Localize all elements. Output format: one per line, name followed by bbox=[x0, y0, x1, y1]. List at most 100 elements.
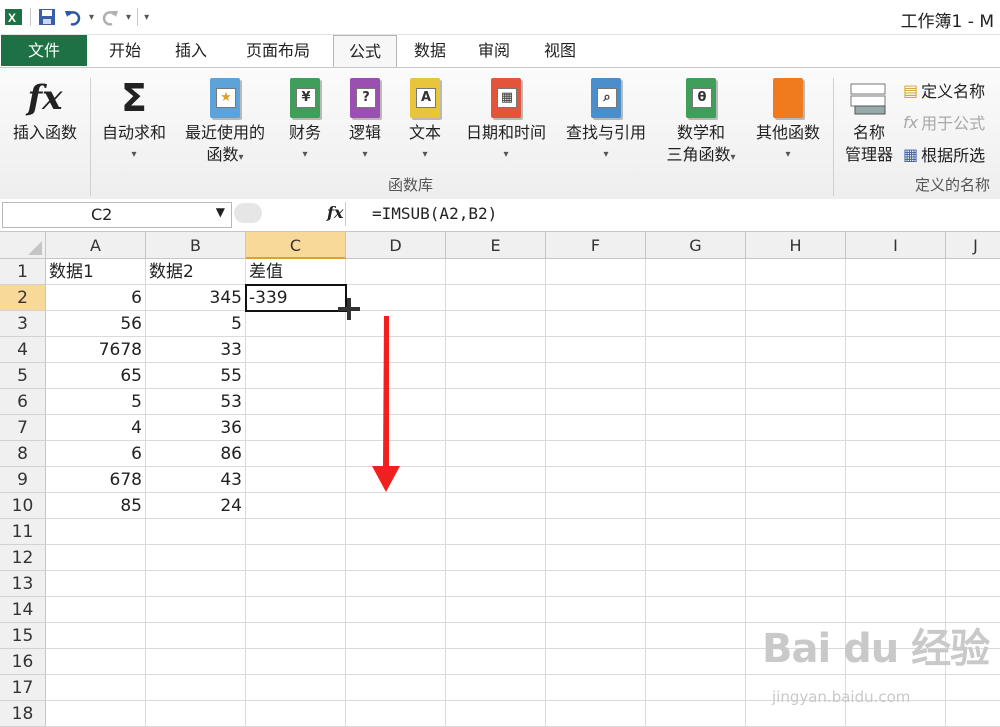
cell-j6[interactable] bbox=[946, 389, 1000, 415]
tab-view[interactable]: 视图 bbox=[531, 35, 589, 66]
cell-a17[interactable] bbox=[46, 675, 146, 701]
column-header-a[interactable]: A bbox=[46, 232, 146, 259]
name-box[interactable]: C2 ▼ bbox=[2, 202, 232, 228]
math-trig-button[interactable]: θ 数学和 三角函数▾ bbox=[654, 74, 748, 169]
cell-f6[interactable] bbox=[546, 389, 646, 415]
undo-dropdown-icon[interactable]: ▾ bbox=[89, 12, 94, 23]
row-header-14[interactable]: 14 bbox=[0, 597, 46, 623]
tab-file[interactable]: 文件 bbox=[1, 35, 87, 66]
cell-a7[interactable]: 4 bbox=[46, 415, 146, 441]
cell-h10[interactable] bbox=[746, 493, 846, 519]
cell-b12[interactable] bbox=[146, 545, 246, 571]
cell-h4[interactable] bbox=[746, 337, 846, 363]
cell-i1[interactable] bbox=[846, 259, 946, 285]
cell-f9[interactable] bbox=[546, 467, 646, 493]
row-header-5[interactable]: 5 bbox=[0, 363, 46, 389]
cell-b15[interactable] bbox=[146, 623, 246, 649]
cell-a5[interactable]: 65 bbox=[46, 363, 146, 389]
row-header-4[interactable]: 4 bbox=[0, 337, 46, 363]
cell-c11[interactable] bbox=[246, 519, 346, 545]
create-from-selection-button[interactable]: ▦ 根据所选 bbox=[903, 142, 985, 166]
cell-f7[interactable] bbox=[546, 415, 646, 441]
cell-i5[interactable] bbox=[846, 363, 946, 389]
cell-a12[interactable] bbox=[46, 545, 146, 571]
cell-i4[interactable] bbox=[846, 337, 946, 363]
cell-f13[interactable] bbox=[546, 571, 646, 597]
tab-formulas[interactable]: 公式 bbox=[333, 35, 397, 68]
cell-j10[interactable] bbox=[946, 493, 1000, 519]
cell-h9[interactable] bbox=[746, 467, 846, 493]
cell-h5[interactable] bbox=[746, 363, 846, 389]
column-header-d[interactable]: D bbox=[346, 232, 446, 259]
recently-used-button[interactable]: ★ 最近使用的 函数▾ bbox=[176, 74, 274, 169]
row-header-6[interactable]: 6 bbox=[0, 389, 46, 415]
cell-j3[interactable] bbox=[946, 311, 1000, 337]
tab-review[interactable]: 审阅 bbox=[465, 35, 523, 66]
cell-c7[interactable] bbox=[246, 415, 346, 441]
cell-e8[interactable] bbox=[446, 441, 546, 467]
cell-a14[interactable] bbox=[46, 597, 146, 623]
cell-e1[interactable] bbox=[446, 259, 546, 285]
column-header-e[interactable]: E bbox=[446, 232, 546, 259]
save-icon[interactable] bbox=[37, 7, 57, 27]
insert-function-icon[interactable]: fx bbox=[327, 203, 343, 222]
cell-f17[interactable] bbox=[546, 675, 646, 701]
cell-i10[interactable] bbox=[846, 493, 946, 519]
more-functions-button[interactable]: 其他函数 ▾ bbox=[748, 74, 828, 166]
cell-j5[interactable] bbox=[946, 363, 1000, 389]
cell-e11[interactable] bbox=[446, 519, 546, 545]
cell-b5[interactable]: 55 bbox=[146, 363, 246, 389]
cell-g7[interactable] bbox=[646, 415, 746, 441]
name-manager-button[interactable]: 名称 管理器 bbox=[838, 74, 900, 166]
insert-function-button[interactable]: fx 插入函数 bbox=[4, 74, 86, 144]
cell-j2[interactable] bbox=[946, 285, 1000, 311]
cell-i8[interactable] bbox=[846, 441, 946, 467]
cell-e16[interactable] bbox=[446, 649, 546, 675]
cell-f15[interactable] bbox=[546, 623, 646, 649]
cell-c6[interactable] bbox=[246, 389, 346, 415]
cell-a15[interactable] bbox=[46, 623, 146, 649]
cell-c4[interactable] bbox=[246, 337, 346, 363]
cell-d17[interactable] bbox=[346, 675, 446, 701]
select-all-button[interactable] bbox=[0, 232, 46, 259]
column-header-j[interactable]: J bbox=[946, 232, 1000, 259]
cell-h7[interactable] bbox=[746, 415, 846, 441]
cell-j18[interactable] bbox=[946, 701, 1000, 727]
cell-e12[interactable] bbox=[446, 545, 546, 571]
cell-j4[interactable] bbox=[946, 337, 1000, 363]
column-header-h[interactable]: H bbox=[746, 232, 846, 259]
cell-b1[interactable]: 数据2 bbox=[146, 259, 246, 285]
cell-j17[interactable] bbox=[946, 675, 1000, 701]
tab-data[interactable]: 数据 bbox=[401, 35, 459, 66]
cell-b7[interactable]: 36 bbox=[146, 415, 246, 441]
cell-d11[interactable] bbox=[346, 519, 446, 545]
column-header-f[interactable]: F bbox=[546, 232, 646, 259]
cell-c13[interactable] bbox=[246, 571, 346, 597]
cell-j12[interactable] bbox=[946, 545, 1000, 571]
cell-g6[interactable] bbox=[646, 389, 746, 415]
cell-i3[interactable] bbox=[846, 311, 946, 337]
cell-a2[interactable]: 6 bbox=[46, 285, 146, 311]
datetime-button[interactable]: ▦ 日期和时间 ▾ bbox=[456, 74, 556, 166]
row-header-3[interactable]: 3 bbox=[0, 311, 46, 337]
cell-h13[interactable] bbox=[746, 571, 846, 597]
cell-j13[interactable] bbox=[946, 571, 1000, 597]
cell-j1[interactable] bbox=[946, 259, 1000, 285]
cell-i12[interactable] bbox=[846, 545, 946, 571]
cell-h3[interactable] bbox=[746, 311, 846, 337]
cell-c3[interactable] bbox=[246, 311, 346, 337]
cell-b2[interactable]: 345 bbox=[146, 285, 246, 311]
formula-input[interactable]: =IMSUB(A2,B2) bbox=[345, 202, 998, 226]
row-header-15[interactable]: 15 bbox=[0, 623, 46, 649]
cell-e4[interactable] bbox=[446, 337, 546, 363]
cell-e15[interactable] bbox=[446, 623, 546, 649]
cell-c1[interactable]: 差值 bbox=[246, 259, 346, 285]
cell-h8[interactable] bbox=[746, 441, 846, 467]
cell-g15[interactable] bbox=[646, 623, 746, 649]
cell-c8[interactable] bbox=[246, 441, 346, 467]
cell-g3[interactable] bbox=[646, 311, 746, 337]
cell-h12[interactable] bbox=[746, 545, 846, 571]
autosum-button[interactable]: Σ 自动求和 ▾ bbox=[94, 74, 174, 166]
cell-i11[interactable] bbox=[846, 519, 946, 545]
text-button[interactable]: A 文本 ▾ bbox=[398, 74, 452, 166]
